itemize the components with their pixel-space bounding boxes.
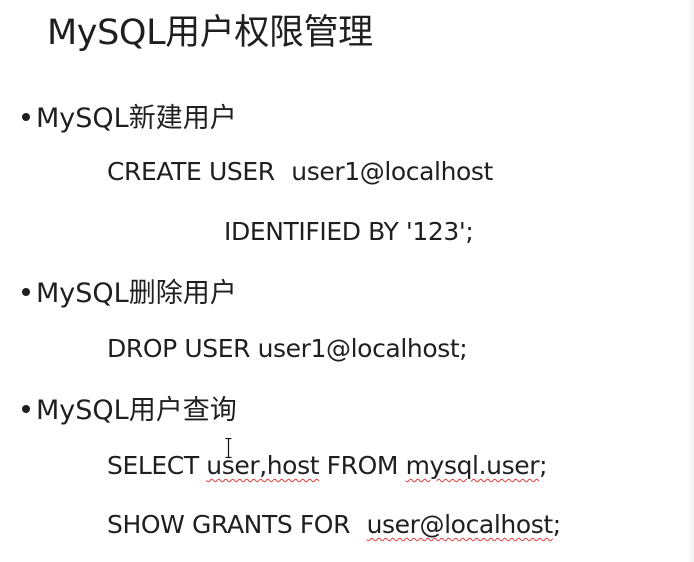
bullet-create-user: MySQL新建用户 <box>16 96 237 135</box>
bullet-dot-icon <box>22 404 30 413</box>
slide-edge-shadow <box>688 0 694 562</box>
bullet-heading: MySQL新建用户 <box>36 103 237 134</box>
code-line-drop-user: DROP USER user1@localhost; <box>107 334 468 363</box>
code-line-show-grants: SHOW GRANTS FOR user@localhost; <box>107 510 561 539</box>
bullet-query-user: MySQL用户查询 <box>16 388 237 427</box>
spellcheck-word: user@localhost <box>366 510 554 539</box>
spellcheck-word: mysql.user <box>405 451 540 480</box>
code-user-host: user1@localhost <box>291 157 493 186</box>
bullet-dot-icon <box>22 287 30 296</box>
code-drop: DROP USER user1@localhost; <box>107 334 468 363</box>
spellcheck-word: user,host <box>206 451 320 480</box>
code-semicolon: ; <box>539 451 548 480</box>
i-beam-cursor-icon <box>225 438 232 458</box>
code-line-create-user: CREATE USER user1@localhost <box>107 157 493 186</box>
code-show-grants: SHOW GRANTS FOR <box>107 510 351 539</box>
code-line-identified-by: IDENTIFIED BY '123'; <box>224 217 474 246</box>
slide: MySQL用户权限管理 MySQL新建用户 CREATE USER user1@… <box>0 0 694 562</box>
code-from: FROM <box>319 451 406 480</box>
bullet-dot-icon <box>22 112 30 121</box>
code-line-select: SELECT user,host FROM mysql.user; <box>107 451 548 480</box>
bullet-heading: MySQL用户查询 <box>36 395 237 426</box>
code-semicolon: ; <box>552 510 561 539</box>
code-identified: IDENTIFIED BY '123'; <box>224 217 474 246</box>
slide-title: MySQL用户权限管理 <box>47 13 373 53</box>
code-keyword: CREATE USER <box>107 157 275 186</box>
bullet-heading: MySQL删除用户 <box>36 278 237 309</box>
code-select: SELECT <box>107 451 207 480</box>
bullet-drop-user: MySQL删除用户 <box>16 271 237 310</box>
